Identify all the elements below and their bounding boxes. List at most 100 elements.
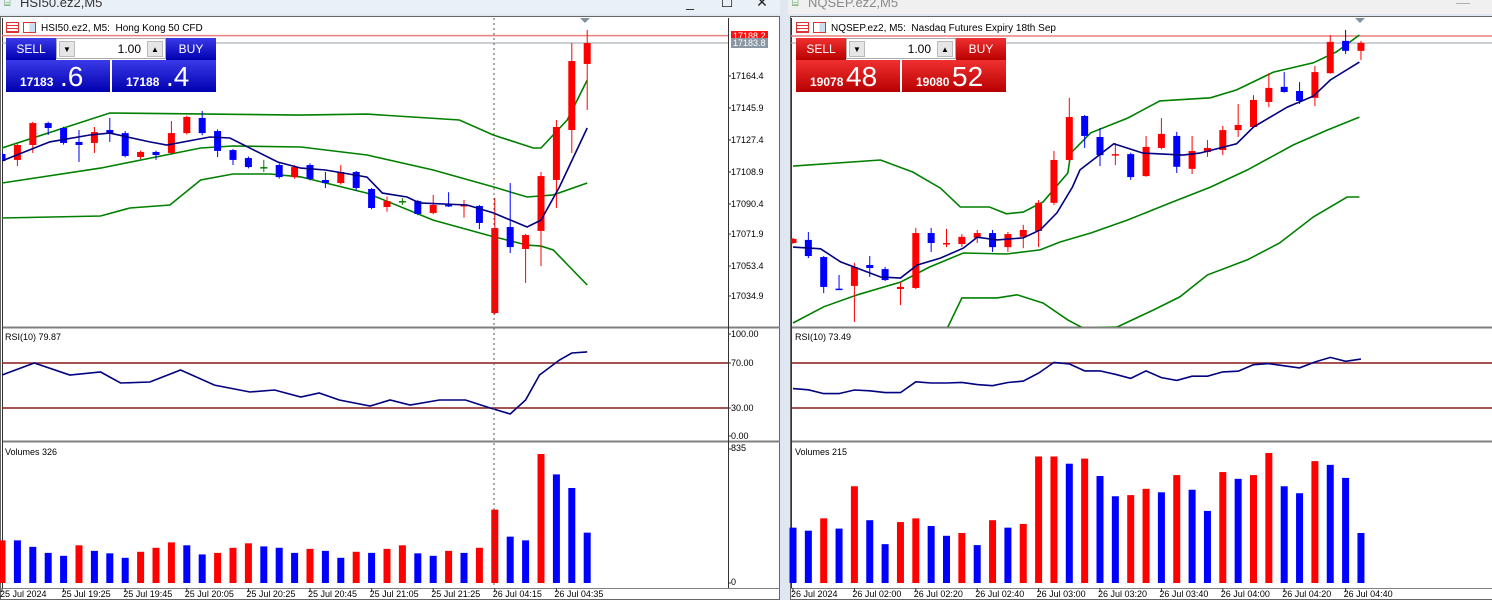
volume-bar <box>1234 478 1242 583</box>
price-axis-tick: 17071.9 <box>731 229 764 239</box>
volume-bar <box>1081 458 1089 583</box>
time-axis-tick: 26 Jul 03:20 <box>1098 589 1148 599</box>
rsi-axis-70: 70.00 <box>731 358 754 368</box>
volume-bar <box>943 535 950 583</box>
sell-button[interactable]: SELL <box>6 38 56 60</box>
volume-bar <box>445 550 453 583</box>
candle-body <box>881 269 889 281</box>
volume-bar <box>183 545 191 583</box>
bid-price-digits: 48 <box>846 61 878 92</box>
volume-axis-min: 0 <box>731 577 737 587</box>
bid-price-digits: .6 <box>60 61 84 92</box>
candle-body <box>260 167 268 169</box>
volume-bar <box>429 555 437 583</box>
candle-body <box>214 131 222 151</box>
lot-size-input[interactable]: ▼ 1.00 ▲ <box>846 38 956 59</box>
one-click-trading-panel: SELL ▼ 1.00 ▲ BUY 17183 .6 17188 .4 <box>6 38 217 92</box>
decrease-lot-button[interactable]: ▼ <box>849 41 865 57</box>
candle-body <box>398 201 406 203</box>
time-axis-tick: 26 Jul 2024 <box>791 589 838 599</box>
bid-price-main: 19078 <box>810 75 844 89</box>
volume-bar <box>881 544 889 583</box>
candle-body <box>198 117 206 134</box>
decrease-lot-button[interactable]: ▼ <box>59 41 75 57</box>
price-axis-tick: 17145.9 <box>731 103 764 113</box>
candle-body <box>552 126 560 180</box>
time-axis-tick: 26 Jul 04:00 <box>1220 589 1270 599</box>
increase-lot-button[interactable]: ▲ <box>937 41 953 57</box>
volume-bar <box>60 555 68 583</box>
buy-button[interactable]: BUY <box>166 38 216 60</box>
volume-bar <box>1250 475 1257 583</box>
volume-bar <box>1311 461 1319 583</box>
volume-bar <box>552 474 560 583</box>
candle-body <box>1065 117 1073 160</box>
candle-body <box>522 235 530 249</box>
candle-body <box>1035 202 1043 231</box>
rsi-axis-100: 100.00 <box>731 329 759 339</box>
time-axis-tick: 26 Jul 03:00 <box>1036 589 1086 599</box>
candle-body <box>137 151 145 158</box>
candle-body <box>1296 90 1304 101</box>
volumes-label: Volumes 326 <box>5 447 58 457</box>
lot-size-input[interactable]: ▼ 1.00 ▲ <box>56 38 166 59</box>
increase-lot-button[interactable]: ▲ <box>147 41 163 57</box>
candle-body <box>183 116 191 134</box>
volume-bar <box>850 486 858 583</box>
ask-price-main: 17188 <box>126 75 160 89</box>
rsi-label: RSI(10) 79.87 <box>5 332 62 342</box>
buy-button[interactable]: BUY <box>956 38 1006 60</box>
time-axis-tick: 26 Jul 02:00 <box>852 589 902 599</box>
candle-body <box>44 123 52 128</box>
volume-bar <box>491 509 499 583</box>
volume-bar <box>229 547 237 583</box>
chart-header: HSI50.ez2, M5: Hong Kong 50 CFD <box>6 22 203 34</box>
sell-price-button[interactable]: 17183 .6 <box>6 60 110 92</box>
sell-price-button[interactable]: 19078 48 <box>796 60 900 92</box>
candle-body <box>1142 146 1150 177</box>
candle-body <box>1173 135 1181 167</box>
price-axis-tick: 17108.9 <box>731 167 764 177</box>
volume-bar <box>260 546 268 583</box>
volume-bar <box>537 454 545 583</box>
volume-bar <box>75 545 83 583</box>
volume-bar <box>896 522 904 583</box>
volume-bar <box>1219 472 1227 583</box>
volume-bar <box>121 557 129 583</box>
volume-bar <box>1019 523 1027 583</box>
price-axis-tick: 17090.4 <box>731 199 764 209</box>
one-click-trading-panel: SELL ▼ 1.00 ▲ BUY 19078 48 19080 52 <box>796 38 1007 92</box>
volume-bar <box>383 548 391 583</box>
volume-bar <box>506 536 514 583</box>
buy-price-button[interactable]: 19080 52 <box>902 60 1006 92</box>
shift-marker-icon <box>580 18 590 23</box>
rsi-axis-0: 0.00 <box>731 431 749 441</box>
time-axis-tick: 26 Jul 04:20 <box>1282 589 1332 599</box>
volume-bar <box>568 487 576 583</box>
time-axis-tick: 25 Jul 19:25 <box>61 589 111 599</box>
time-axis-tick: 26 Jul 02:20 <box>913 589 963 599</box>
candle-body <box>75 141 83 145</box>
chart-symbol: HSI50.ez2, M5: <box>41 23 110 34</box>
candle-body <box>791 238 797 243</box>
candle-body <box>321 179 329 184</box>
time-axis-tick: 26 Jul 04:40 <box>1343 589 1393 599</box>
candle-body <box>835 288 843 291</box>
rsi-line <box>1 351 588 415</box>
time-axis-tick: 25 Jul 21:25 <box>431 589 481 599</box>
rsi-axis-30: 30.00 <box>731 403 754 413</box>
volume-bar <box>337 557 345 583</box>
volume-bar <box>1096 476 1104 583</box>
chart-description: Hong Kong 50 CFD <box>115 23 203 34</box>
candle-body <box>244 158 252 168</box>
ask-price-main: 19080 <box>916 75 950 89</box>
rsi-label: RSI(10) 73.49 <box>795 332 852 342</box>
candle-body <box>368 188 376 209</box>
candle-body <box>1342 40 1350 51</box>
candle-body <box>445 204 453 207</box>
sell-button[interactable]: SELL <box>796 38 846 60</box>
volume-bar <box>927 526 935 583</box>
buy-price-button[interactable]: 17188 .4 <box>112 60 216 92</box>
time-axis-tick: 25 Jul 20:05 <box>184 589 234 599</box>
candle-body <box>1157 133 1165 148</box>
